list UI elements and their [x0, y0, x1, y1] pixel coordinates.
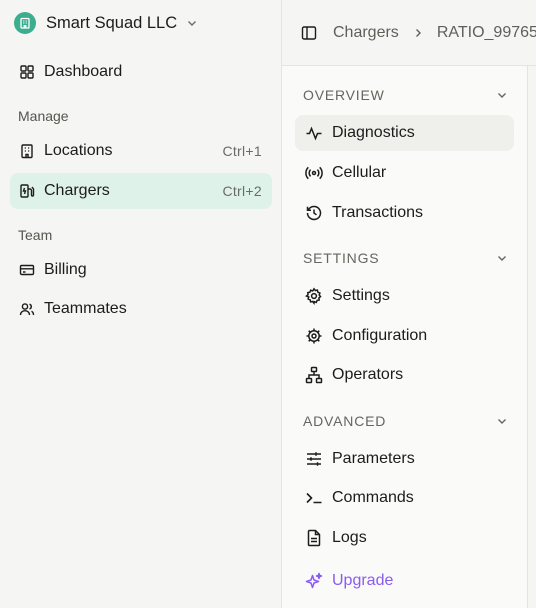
subnav-item-label: Configuration: [332, 327, 428, 344]
cog-icon: [305, 327, 323, 345]
credit-card-icon: [18, 261, 36, 279]
nav-item-label: Chargers: [44, 182, 110, 199]
section-label-manage: Manage: [18, 108, 69, 124]
nav-item-billing[interactable]: Billing: [10, 252, 272, 288]
subnav-item-upgrade[interactable]: Upgrade: [295, 563, 514, 599]
subnav-item-label: Diagnostics: [332, 124, 415, 141]
group-overview[interactable]: OVERVIEW: [303, 85, 508, 105]
subnav-item-operators[interactable]: Operators: [295, 357, 514, 393]
sparkles-icon: [305, 572, 323, 590]
group-advanced[interactable]: ADVANCED: [303, 411, 508, 431]
nav-item-label: Dashboard: [44, 63, 123, 80]
shortcut-hint: Ctrl+1: [222, 143, 262, 159]
nav-item-locations[interactable]: Locations Ctrl+1: [10, 133, 272, 169]
sidebar-toggle-icon[interactable]: [301, 24, 317, 42]
org-switcher[interactable]: Smart Squad LLC: [14, 11, 198, 35]
breadcrumb-chargers[interactable]: Chargers: [333, 24, 399, 42]
nav-item-label: Billing: [44, 261, 87, 278]
subnav-item-label: Upgrade: [332, 572, 394, 589]
building-icon: [18, 142, 36, 160]
subnav-item-label: Transactions: [332, 204, 423, 221]
nav-item-chargers[interactable]: Chargers Ctrl+2: [10, 173, 272, 209]
grid-icon: [18, 63, 36, 81]
chevron-down-icon: [498, 419, 506, 424]
chevron-down-icon: [498, 256, 506, 261]
subnav-item-logs[interactable]: Logs: [295, 520, 514, 556]
subnav-item-label: Cellular: [332, 164, 387, 181]
subnav-item-diagnostics[interactable]: Diagnostics: [295, 115, 514, 151]
subnav-item-label: Operators: [332, 366, 404, 383]
subnav-item-label: Parameters: [332, 450, 415, 467]
terminal-icon: [305, 489, 323, 507]
sliders-icon: [305, 450, 323, 468]
group-settings[interactable]: SETTINGS: [303, 248, 508, 268]
nav-item-teammates[interactable]: Teammates: [10, 291, 272, 327]
charger-icon: [18, 182, 36, 200]
breadcrumb: Chargers RATIO_99765: [333, 24, 536, 42]
group-label: SETTINGS: [303, 250, 380, 266]
content-area-edge: [528, 66, 536, 608]
group-label: OVERVIEW: [303, 87, 385, 103]
nav-item-dashboard[interactable]: Dashboard: [10, 54, 272, 90]
chevron-down-icon: [498, 93, 506, 98]
org-name: Smart Squad LLC: [46, 13, 178, 32]
signal-icon: [305, 164, 323, 182]
group-label: ADVANCED: [303, 413, 387, 429]
subnav-item-transactions[interactable]: Transactions: [295, 195, 514, 231]
file-text-icon: [305, 529, 323, 547]
section-label-team: Team: [18, 227, 53, 243]
subnav-item-label: Settings: [332, 287, 390, 304]
chevron-down-icon: [186, 17, 198, 29]
chevron-right-icon: [413, 28, 423, 38]
subnav-item-settings[interactable]: Settings: [295, 278, 514, 314]
subnav-item-cellular[interactable]: Cellular: [295, 155, 514, 191]
shortcut-hint: Ctrl+2: [222, 183, 262, 199]
activity-icon: [305, 124, 323, 142]
breadcrumb-charger-id[interactable]: RATIO_99765: [437, 24, 536, 42]
subnav-item-parameters[interactable]: Parameters: [295, 441, 514, 477]
top-bar: Chargers RATIO_99765: [282, 0, 536, 66]
nav-item-label: Locations: [44, 142, 113, 159]
nav-item-label: Teammates: [44, 300, 127, 317]
users-icon: [18, 300, 36, 318]
subnav-item-label: Logs: [332, 529, 367, 546]
subnav-item-configuration[interactable]: Configuration: [295, 318, 514, 354]
network-icon: [305, 366, 323, 384]
charger-subnav: OVERVIEW Diagnostics Cellular Transactio…: [282, 66, 528, 608]
gear-icon: [305, 287, 323, 305]
sidebar: Smart Squad LLC Dashboard Manage Locatio…: [0, 0, 282, 608]
history-icon: [305, 204, 323, 222]
subnav-item-commands[interactable]: Commands: [295, 480, 514, 516]
org-logo-icon: [14, 12, 36, 34]
subnav-item-label: Commands: [332, 489, 414, 506]
